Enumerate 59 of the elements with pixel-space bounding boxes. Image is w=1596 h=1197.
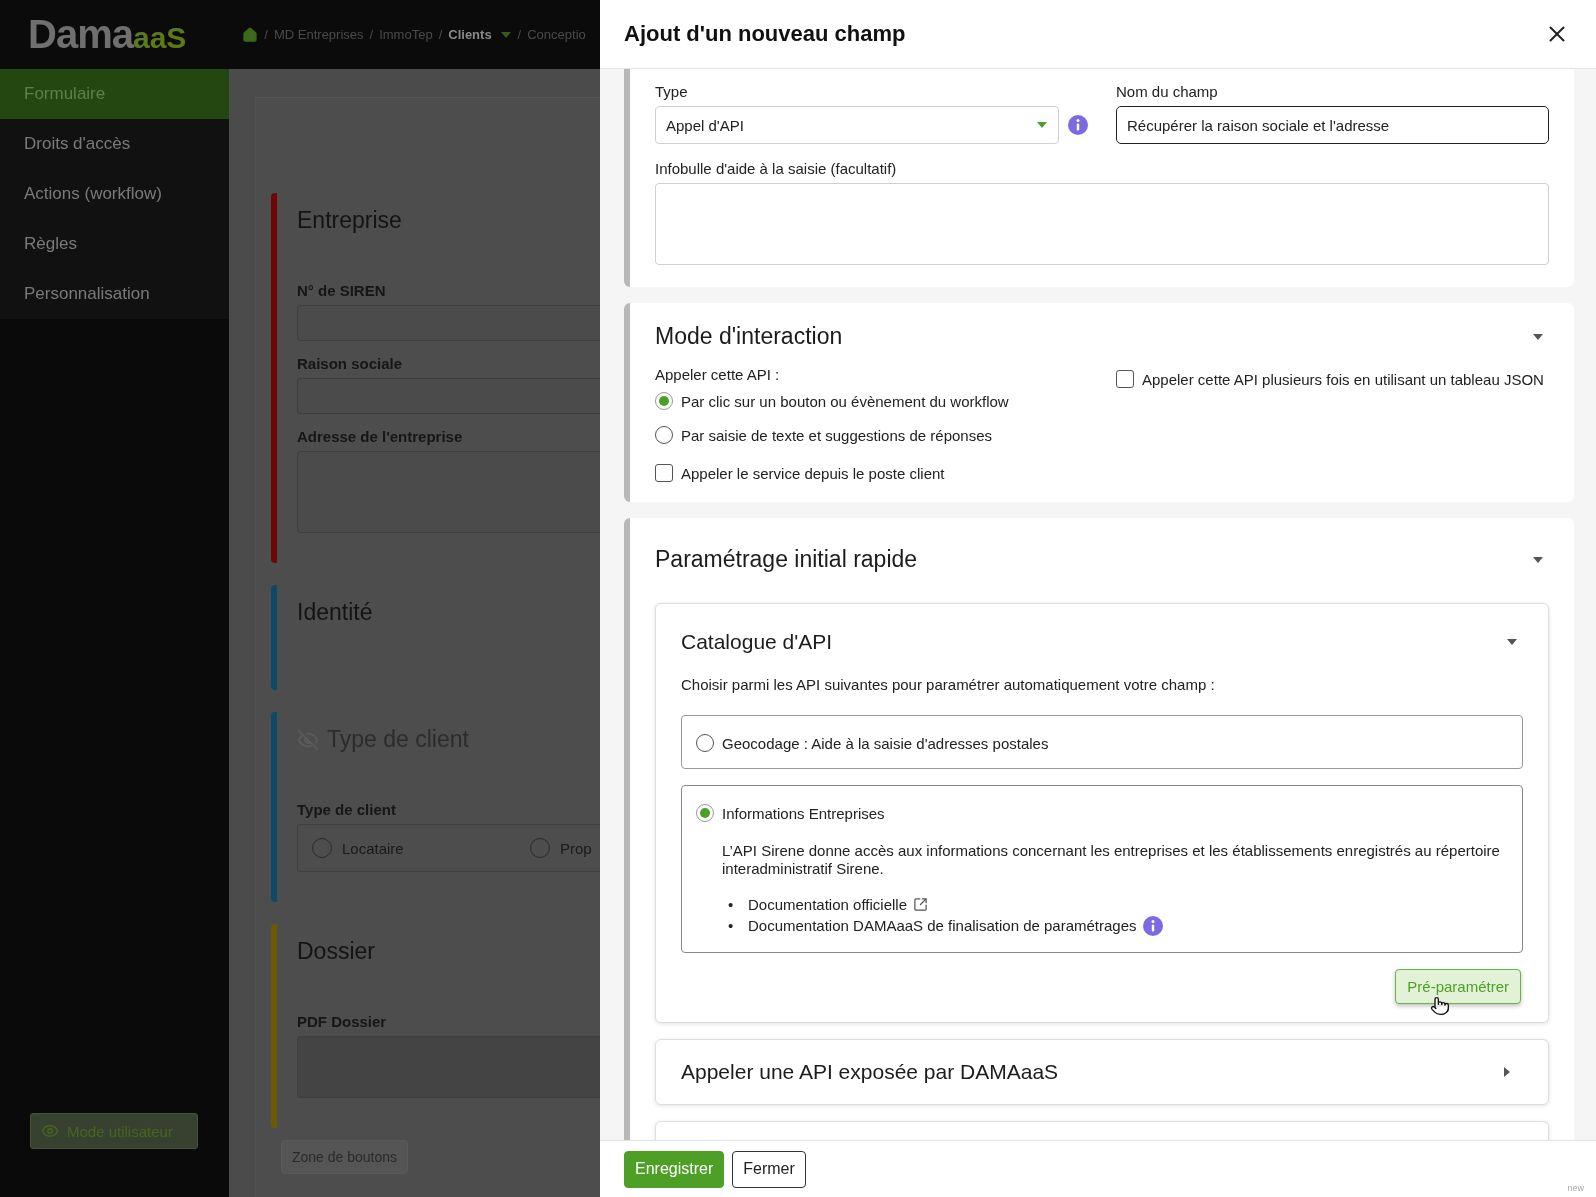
breadcrumb-separator: / bbox=[264, 27, 268, 42]
sidebar-item[interactable]: Formulaire bbox=[0, 69, 229, 119]
collapsible-card[interactable]: Appeler une API exposée par DAMAaaS bbox=[655, 1039, 1549, 1105]
radio-label: Par clic sur un bouton ou évènement du workflow bbox=[681, 392, 1009, 410]
drawer-title: Ajout d'un nouveau champ bbox=[624, 21, 906, 47]
card-title: Catalogue d'API bbox=[681, 630, 833, 654]
field-label: Nom du champ bbox=[1116, 83, 1219, 100]
section-title: Dossier bbox=[297, 938, 376, 965]
breadcrumb-link[interactable]: MD Entreprises bbox=[273, 27, 364, 42]
type-select[interactable]: Appel d'API bbox=[655, 106, 1059, 144]
breadcrumb-separator: / bbox=[517, 27, 522, 42]
api-description: L’API Sirene donne accès aux informations concernant les entreprises et les établissements enregistrés au répertoire interadministratif Sirene. bbox=[722, 842, 1501, 878]
panel-title: Mode d'interaction bbox=[655, 323, 843, 350]
eye-icon bbox=[41, 1122, 59, 1140]
app-logo[interactable]: DamaaaS bbox=[28, 12, 187, 57]
api-name: Informations Entreprises bbox=[722, 804, 885, 822]
info-icon[interactable] bbox=[1142, 915, 1163, 936]
sidebar-item[interactable]: Droits d'accès bbox=[0, 119, 229, 169]
version-note: new bbox=[1567, 1183, 1584, 1193]
checkbox-label: Appeler cette API plusieurs fois en utilisant un tableau JSON bbox=[1142, 370, 1544, 388]
field-label: PDF Dossier bbox=[297, 1013, 388, 1030]
api-option-card[interactable] bbox=[681, 785, 1523, 953]
hand-cursor-icon bbox=[1430, 996, 1451, 1016]
breadcrumb-link[interactable]: Conceptio bbox=[527, 27, 586, 42]
save-button[interactable]: Enregistrer bbox=[624, 1150, 725, 1188]
sidebar-item[interactable]: Actions (workflow) bbox=[0, 169, 229, 219]
field-label: Type bbox=[655, 83, 689, 100]
radio-label: Par saisie de texte et suggestions de réponses bbox=[681, 426, 993, 444]
bullet: • bbox=[728, 916, 735, 936]
option-prompt: Appeler cette API : bbox=[655, 366, 780, 383]
input-field[interactable] bbox=[297, 451, 600, 533]
api-name: Geocodage : Aide à la saisie d'adresses postales bbox=[722, 734, 1049, 752]
sidebar-item[interactable]: Personnalisation bbox=[0, 269, 229, 319]
input-field[interactable] bbox=[297, 378, 600, 414]
close-button[interactable]: Fermer bbox=[732, 1150, 806, 1188]
input-field[interactable]: Récupérer la raison sociale et l'adresse bbox=[1116, 106, 1549, 144]
documentation-link[interactable]: Documentation officielle bbox=[748, 894, 907, 915]
bullet: • bbox=[728, 895, 735, 915]
api-option-card[interactable]: Geocodage : Aide à la saisie d'adresses postales bbox=[681, 715, 1523, 769]
card-title: Appeler une API exposée par DAMAaaS bbox=[681, 1060, 1059, 1084]
field-label: Infobulle d'aide à la saisie (facultatif) bbox=[655, 160, 898, 177]
breadcrumb-link[interactable]: Clients bbox=[448, 27, 512, 42]
sidebar-item[interactable]: Règles bbox=[0, 219, 229, 269]
breadcrumb-separator: / bbox=[438, 27, 443, 42]
info-icon[interactable] bbox=[1068, 115, 1088, 135]
checkbox[interactable] bbox=[655, 464, 673, 482]
breadcrumb-separator: / bbox=[369, 27, 374, 42]
section-title: Identité bbox=[297, 599, 374, 626]
file-field[interactable] bbox=[297, 1036, 600, 1098]
catalog-intro: Choisir parmi les API suivantes pour paramétrer automatiquement votre champ : bbox=[681, 676, 1216, 693]
documentation-link[interactable]: Documentation DAMAaaS de finalisation de paramétrages bbox=[748, 915, 1137, 936]
input-field[interactable] bbox=[297, 305, 600, 341]
checkbox[interactable] bbox=[1116, 370, 1134, 388]
section-title: Entreprise bbox=[297, 207, 403, 234]
breadcrumb-link[interactable]: ImmoTep bbox=[379, 27, 433, 42]
panel-title: Paramétrage initial rapide bbox=[655, 546, 918, 573]
home-icon[interactable] bbox=[242, 26, 259, 43]
external-link-icon[interactable] bbox=[913, 897, 928, 912]
checkbox-label: Appeler le service depuis le poste client bbox=[681, 464, 945, 482]
